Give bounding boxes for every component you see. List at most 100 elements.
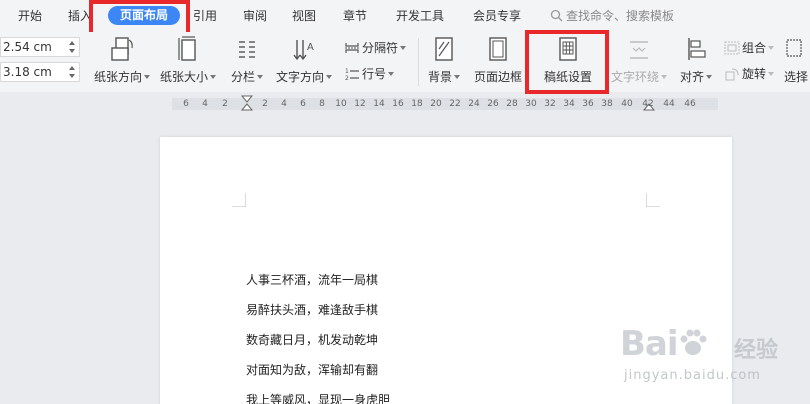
paper-size-label: 纸张大小	[160, 70, 209, 84]
ruler-tick-label: 2	[222, 99, 228, 109]
tab-home[interactable]: 开始	[18, 8, 42, 24]
tab-page-layout[interactable]: 页面布局	[108, 6, 180, 25]
paper-direction-label: 纸张方向	[93, 70, 142, 84]
ruler-tick-label: 30	[525, 99, 537, 109]
background-label: 背景	[427, 70, 452, 84]
group-button[interactable]: 组合	[724, 40, 775, 56]
manuscript-setup-button[interactable]: 稿纸设置	[538, 34, 598, 86]
text-wrap-label: 文字环绕	[610, 70, 659, 84]
ruler-tick-label: 40	[621, 99, 633, 109]
paper-direction-button[interactable]: 纸张方向	[91, 34, 153, 86]
ruler-tick-label: 12	[354, 99, 366, 109]
document-line[interactable]: 人事三杯酒，流年一局棋	[246, 272, 378, 288]
top-margin-spinner[interactable]	[69, 40, 76, 54]
ruler-tick-label: 6	[300, 99, 306, 109]
group-icon	[724, 41, 740, 55]
text-wrap-icon	[630, 41, 648, 59]
top-margin-value: 2.54 cm	[3, 40, 52, 54]
document-line[interactable]: 我上等威风，显现一身虎胆	[246, 392, 390, 404]
text-direction-label: 文字方向	[275, 70, 324, 84]
document-page[interactable]: 人事三杯酒，流年一局棋 易醉扶头酒，难逢敌手棋 数奇藏日月，机发动乾坤 对面知为…	[160, 137, 732, 404]
ruler-tick-label: 46	[684, 99, 696, 109]
text-wrap-button[interactable]: 文字环绕	[608, 34, 670, 86]
text-direction-icon: A	[293, 40, 314, 61]
paper-size-icon	[178, 36, 196, 61]
ruler-tick-label: 42	[642, 99, 654, 109]
manuscript-setup-label: 稿纸设置	[543, 70, 592, 84]
indent-marker-icon[interactable]	[240, 94, 254, 114]
ruler-tick-label: 10	[335, 99, 347, 109]
page-border-icon	[489, 37, 507, 61]
bottom-margin-field[interactable]: 3.18 cm	[0, 62, 80, 82]
tab-references[interactable]: 引用	[193, 8, 217, 24]
command-search[interactable]: 查找命令、搜索模板	[550, 8, 674, 24]
tab-view[interactable]: 视图	[292, 8, 316, 24]
ruler-tick-label: 4	[202, 99, 208, 109]
line-number-icon: 12	[345, 68, 359, 82]
svg-text:2: 2	[345, 75, 349, 81]
ruler-tick-label: 36	[582, 99, 594, 109]
background-button[interactable]: 背景	[424, 34, 464, 86]
svg-text:A: A	[307, 42, 314, 53]
top-margin-field[interactable]: 2.54 cm	[0, 37, 80, 57]
ruler-tick-label: 20	[430, 99, 442, 109]
columns-icon	[239, 41, 255, 58]
ruler-tick-label: 28	[506, 99, 518, 109]
ruler-tick-label: 16	[392, 99, 404, 109]
align-label: 对齐	[679, 70, 704, 84]
tab-member[interactable]: 会员专享	[473, 8, 521, 24]
page-margin-corner-top-left	[232, 193, 246, 207]
search-icon	[550, 9, 563, 22]
page-border-button[interactable]: 页面边框	[470, 34, 526, 86]
paper-size-button[interactable]: 纸张大小	[160, 34, 217, 86]
ribbon-divider	[418, 38, 419, 86]
select-button[interactable]: 选择	[784, 34, 810, 86]
paper-direction-icon	[111, 37, 133, 61]
separator-label: 分隔符	[362, 41, 399, 55]
svg-text:1: 1	[345, 68, 349, 75]
document-line[interactable]: 数奇藏日月，机发动乾坤	[246, 332, 378, 348]
search-placeholder: 查找命令、搜索模板	[566, 9, 675, 23]
line-number-button[interactable]: 1 2 行号	[344, 66, 395, 82]
ruler-tick-label: 2	[262, 99, 268, 109]
tab-chapter[interactable]: 章节	[343, 8, 367, 24]
ruler-tick-label: 18	[411, 99, 423, 109]
select-icon	[786, 39, 802, 57]
group-label: 组合	[742, 41, 767, 55]
document-line[interactable]: 对面知为敌，浑输却有翻	[246, 362, 378, 378]
select-label: 选择	[784, 70, 809, 84]
manuscript-grid-icon	[559, 37, 577, 61]
columns-button[interactable]: 分栏	[228, 34, 266, 86]
bottom-margin-spinner[interactable]	[69, 65, 76, 79]
rotate-button[interactable]: 旋转	[724, 66, 775, 82]
page-margin-corner-top-right	[646, 193, 660, 207]
align-icon	[688, 38, 706, 60]
tab-developer[interactable]: 开发工具	[396, 8, 444, 24]
bottom-margin-value: 3.18 cm	[3, 65, 52, 79]
text-direction-button[interactable]: A 文字方向	[272, 34, 336, 86]
align-button[interactable]: 对齐	[676, 34, 716, 86]
watermark-cn-text: 经验	[734, 338, 779, 363]
rotate-label: 旋转	[742, 67, 767, 81]
ruler-tick-label: 34	[563, 99, 575, 109]
page-border-label: 页面边框	[473, 70, 522, 84]
tab-review[interactable]: 审阅	[243, 8, 267, 24]
tab-insert[interactable]: 插入	[68, 8, 92, 24]
document-line[interactable]: 易醉扶头酒，难逢敌手棋	[246, 302, 378, 318]
ruler-tick-label: 44	[663, 99, 675, 109]
separator-icon	[345, 43, 359, 53]
menu-tab-bar: 开始 插入 页面布局 引用 审阅 视图 章节 开发工具 会员专享 查找命令、搜索…	[0, 0, 810, 32]
ruler-tick-label: 38	[601, 99, 613, 109]
background-icon	[435, 37, 453, 61]
separator-button[interactable]: 分隔符	[344, 40, 407, 56]
horizontal-ruler[interactable]: 6 4 2 2 4 6 8 10 12 14 16 18 20 22 24 26 28 30 32 34 36 38 40 4…	[0, 94, 810, 114]
ruler-tick-label: 32	[544, 99, 556, 109]
ruler-tick-label: 14	[373, 99, 385, 109]
rotate-icon	[725, 68, 739, 81]
ruler-tick-label: 24	[468, 99, 480, 109]
ruler-tick-label: 6	[183, 99, 189, 109]
ruler-tick-label: 4	[281, 99, 287, 109]
ruler-tick-label: 22	[449, 99, 461, 109]
line-number-label: 行号	[362, 67, 387, 81]
ruler-tick-label: 26	[487, 99, 499, 109]
